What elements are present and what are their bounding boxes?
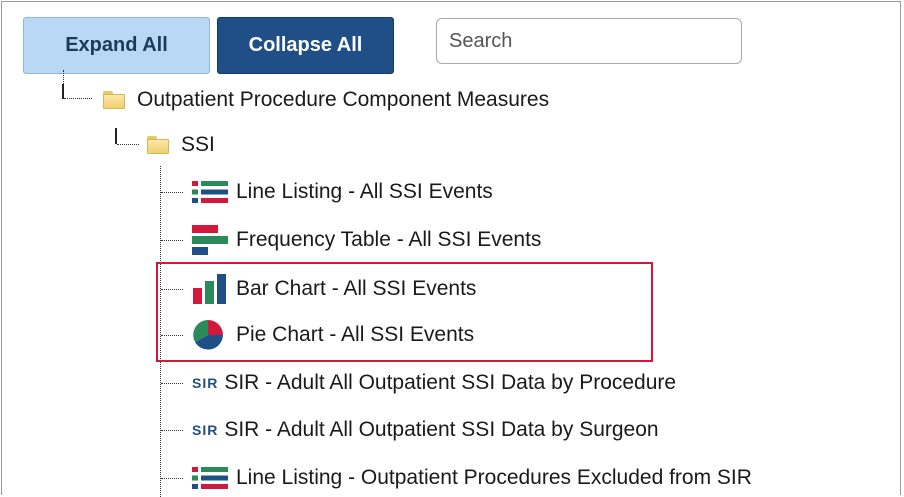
tree-item-sir-procedure[interactable]: SIR SIR - Adult All Outpatient SSI Data … xyxy=(192,367,676,399)
tree-connector xyxy=(161,240,183,241)
tree-item-line-listing[interactable]: Line Listing - All SSI Events xyxy=(192,176,493,208)
sir-icon: SIR xyxy=(192,422,219,438)
tree-item-label: Line Listing - Outpatient Procedures Exc… xyxy=(236,466,752,489)
search-input[interactable] xyxy=(436,18,742,64)
folder-icon xyxy=(147,136,169,154)
folder-icon xyxy=(103,91,125,109)
tree-item-label: SIR - Adult All Outpatient SSI Data by P… xyxy=(224,371,677,394)
tree-item-line-listing-excluded[interactable]: Line Listing - Outpatient Procedures Exc… xyxy=(192,462,752,494)
highlight-box xyxy=(156,262,653,362)
line-listing-icon xyxy=(192,466,228,490)
tree-item-sir-surgeon[interactable]: SIR SIR - Adult All Outpatient SSI Data … xyxy=(192,414,659,446)
tree-item-label: Frequency Table - All SSI Events xyxy=(236,228,542,251)
tree-elbow xyxy=(115,128,117,144)
collapse-all-button[interactable]: Collapse All xyxy=(217,17,394,74)
expand-all-button[interactable]: Expand All xyxy=(23,17,210,74)
tree-item-label: SIR - Adult All Outpatient SSI Data by S… xyxy=(224,418,659,441)
tree-connector xyxy=(161,430,183,431)
line-listing-icon xyxy=(192,180,228,204)
frequency-table-icon xyxy=(192,225,228,255)
tree-node-ssi[interactable]: SSI xyxy=(147,129,215,161)
tree-connector xyxy=(161,192,183,193)
tree-connector xyxy=(161,478,183,479)
sir-icon: SIR xyxy=(192,375,219,391)
tree-connector xyxy=(161,383,183,384)
tree-connector xyxy=(117,144,139,145)
tree-item-label: Line Listing - All SSI Events xyxy=(236,180,493,203)
tree-node-label: Outpatient Procedure Component Measures xyxy=(137,88,550,111)
tree-item-frequency-table[interactable]: Frequency Table - All SSI Events xyxy=(192,224,541,256)
tree-node-outpatient-procedure[interactable]: Outpatient Procedure Component Measures xyxy=(103,84,549,116)
tree-node-label: SSI xyxy=(181,133,215,156)
tree-connector xyxy=(64,98,92,99)
tree-elbow xyxy=(62,84,64,99)
